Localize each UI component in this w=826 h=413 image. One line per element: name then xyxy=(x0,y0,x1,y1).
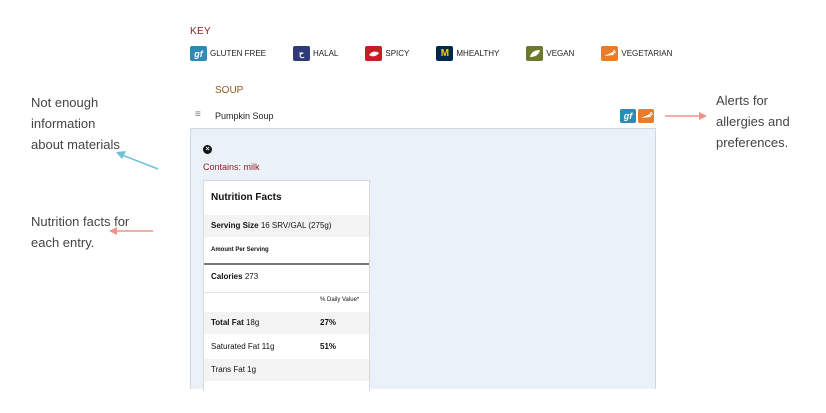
arrow-alerts xyxy=(665,112,707,120)
annotation-arrows xyxy=(109,112,707,235)
arrow-nutrition xyxy=(109,227,153,235)
arrow-materials xyxy=(116,151,159,170)
